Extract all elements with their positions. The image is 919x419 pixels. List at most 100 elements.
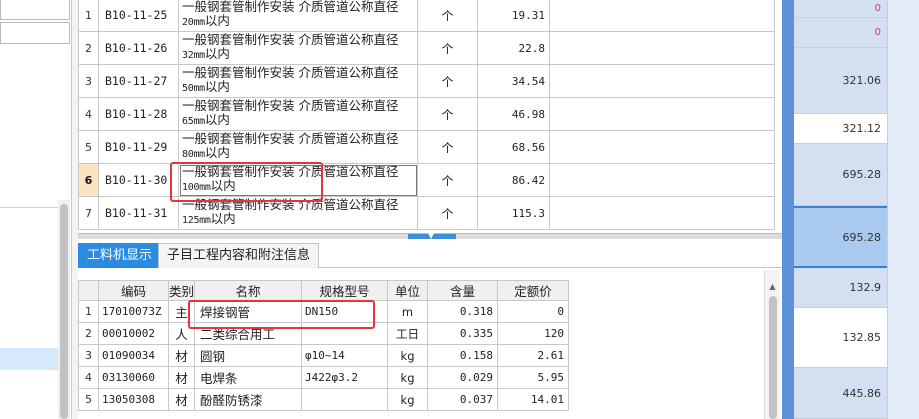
scroll-up-arrow-icon[interactable]: ▲ — [765, 282, 780, 291]
row-number[interactable]: 7 — [78, 196, 99, 230]
row-number[interactable]: 6 — [78, 163, 99, 197]
resource-name[interactable]: 电焊条 — [194, 366, 303, 389]
header-name[interactable]: 名称 — [194, 280, 303, 301]
quota-quantity[interactable]: 46.98 — [477, 97, 550, 131]
resource-price[interactable]: 14.01 — [497, 388, 570, 411]
row-number[interactable]: 3 — [78, 64, 99, 98]
row-number[interactable]: 5 — [78, 130, 99, 164]
quota-unit[interactable]: 个 — [417, 97, 478, 131]
left-filter-field[interactable] — [0, 0, 70, 20]
row-number[interactable]: 2 — [78, 31, 99, 65]
header-spec[interactable]: 规格型号 — [301, 280, 389, 301]
right-value-cell-selected[interactable]: 695.28 — [794, 206, 887, 268]
tab-work-content[interactable]: 子目工程内容和附注信息 — [158, 243, 320, 268]
right-value-cell[interactable]: 132.85 — [794, 308, 887, 368]
row-number[interactable]: 2 — [78, 322, 99, 345]
left-search-field[interactable] — [0, 22, 70, 44]
resource-name[interactable]: 圆钢 — [194, 344, 303, 367]
resource-code[interactable]: 17010073Z — [98, 300, 169, 323]
pane-splitter[interactable]: ▼ — [78, 231, 782, 240]
quota-name-cell[interactable]: 一般钢套管制作安装 介质管道公称直径 50mm以内 — [178, 64, 418, 98]
quota-quantity[interactable]: 22.8 — [477, 31, 550, 65]
quota-empty-cell[interactable] — [549, 31, 775, 65]
header-code[interactable]: 编码 — [98, 280, 169, 301]
left-scrollbar[interactable] — [58, 200, 70, 419]
resource-unit[interactable]: 工日 — [387, 322, 429, 345]
resource-row[interactable]: 4 03130060 材电焊条 J422φ3.2 kg 0.029 5.95 — [78, 366, 570, 389]
quota-unit[interactable]: 个 — [417, 130, 478, 164]
right-value-cell[interactable]: 445.86 — [794, 368, 887, 419]
resource-unit[interactable]: kg — [387, 344, 429, 367]
quota-quantity[interactable]: 19.31 — [477, 0, 550, 32]
quota-name-cell[interactable]: 一般钢套管制作安装 介质管道公称直径 20mm以内 — [178, 0, 418, 32]
row-number[interactable]: 1 — [78, 300, 99, 323]
resource-unit[interactable]: kg — [387, 388, 429, 411]
quota-unit[interactable]: 个 — [417, 196, 478, 230]
resource-price[interactable]: 120 — [497, 322, 570, 345]
quota-name-cell[interactable]: 一般钢套管制作安装 介质管道公称直径 80mm以内 — [178, 130, 418, 164]
resource-content[interactable]: 0.158 — [427, 344, 499, 367]
resource-unit[interactable]: m — [387, 300, 429, 323]
resource-vertical-scrollbar[interactable]: ▲ — [764, 270, 780, 419]
resource-price[interactable]: 5.95 — [497, 366, 570, 389]
quota-quantity[interactable]: 86.42 — [477, 163, 550, 197]
resource-row[interactable]: 3 01090034 材圆钢 φ10~14 kg 0.158 2.61 — [78, 344, 570, 367]
quota-row[interactable]: 3 B10-11-27 一般钢套管制作安装 介质管道公称直径 50mm以内 个 34.54 — [78, 64, 775, 98]
quota-row[interactable]: 2 B10-11-26 一般钢套管制作安装 介质管道公称直径 32mm以内 个 22.8 — [78, 31, 775, 65]
resource-content[interactable]: 0.029 — [427, 366, 499, 389]
quota-empty-cell[interactable] — [549, 64, 775, 98]
quota-empty-cell[interactable] — [549, 130, 775, 164]
resource-spec[interactable]: φ10~14 — [301, 344, 389, 367]
quota-name-cell[interactable]: 一般钢套管制作安装 介质管道公称直径 65mm以内 — [178, 97, 418, 131]
row-number[interactable]: 3 — [78, 344, 99, 367]
resource-category[interactable]: 材 — [167, 344, 196, 367]
left-scroll-thumb[interactable] — [60, 204, 68, 419]
resource-code[interactable]: 00010002 — [98, 322, 169, 345]
right-value-cell[interactable]: 321.06 — [794, 48, 887, 114]
header-unit[interactable]: 单位 — [387, 280, 429, 301]
resource-content[interactable]: 0.335 — [427, 322, 499, 345]
quota-code[interactable]: B10-11-26 — [98, 31, 179, 65]
header-content[interactable]: 含量 — [427, 280, 499, 301]
quota-code[interactable]: B10-11-29 — [98, 130, 179, 164]
right-value-cell[interactable]: 321.12 — [794, 114, 887, 144]
row-number[interactable]: 4 — [78, 97, 99, 131]
row-number[interactable]: 5 — [78, 388, 99, 411]
quota-code[interactable]: B10-11-31 — [98, 196, 179, 230]
resource-content[interactable]: 0.318 — [427, 300, 499, 323]
quota-unit[interactable]: 个 — [417, 163, 478, 197]
quota-empty-cell[interactable] — [549, 163, 775, 197]
resource-code[interactable]: 01090034 — [98, 344, 169, 367]
resource-code[interactable]: 13050308 — [98, 388, 169, 411]
right-value-cell[interactable]: 0 — [794, 0, 887, 18]
quota-empty-cell[interactable] — [549, 97, 775, 131]
right-value-cell[interactable]: 0 — [794, 18, 887, 48]
resource-unit[interactable]: kg — [387, 366, 429, 389]
resource-category[interactable]: 材 — [167, 388, 196, 411]
right-value-cell[interactable]: 695.28 — [794, 144, 887, 206]
resource-content[interactable]: 0.037 — [427, 388, 499, 411]
tab-resources[interactable]: 工料机显示 — [78, 243, 162, 268]
right-value-cell[interactable]: 132.9 — [794, 268, 887, 308]
resource-price[interactable]: 2.61 — [497, 344, 570, 367]
quota-quantity[interactable]: 34.54 — [477, 64, 550, 98]
quota-code[interactable]: B10-11-25 — [98, 0, 179, 32]
quota-name-cell[interactable]: 一般钢套管制作安装 介质管道公称直径 32mm以内 — [178, 31, 418, 65]
quota-unit[interactable]: 个 — [417, 64, 478, 98]
quota-unit[interactable]: 个 — [417, 31, 478, 65]
resource-row[interactable]: 5 13050308 材酚醛防锈漆 kg 0.037 14.01 — [78, 388, 570, 411]
resource-code[interactable]: 03130060 — [98, 366, 169, 389]
row-number[interactable]: 1 — [78, 0, 99, 32]
resource-price[interactable]: 0 — [497, 300, 570, 323]
quota-row[interactable]: 4 B10-11-28 一般钢套管制作安装 介质管道公称直径 65mm以内 个 46.98 — [78, 97, 775, 131]
header-price[interactable]: 定额价 — [497, 280, 570, 301]
header-category[interactable]: 类别 — [167, 280, 196, 301]
quota-quantity[interactable]: 115.3 — [477, 196, 550, 230]
quota-code[interactable]: B10-11-28 — [98, 97, 179, 131]
quota-code[interactable]: B10-11-27 — [98, 64, 179, 98]
resource-category[interactable]: 材 — [167, 366, 196, 389]
quota-unit[interactable]: 个 — [417, 0, 478, 32]
quota-empty-cell[interactable] — [549, 196, 775, 230]
resource-scroll-thumb[interactable] — [769, 296, 777, 419]
quota-code[interactable]: B10-11-30 — [98, 163, 179, 197]
